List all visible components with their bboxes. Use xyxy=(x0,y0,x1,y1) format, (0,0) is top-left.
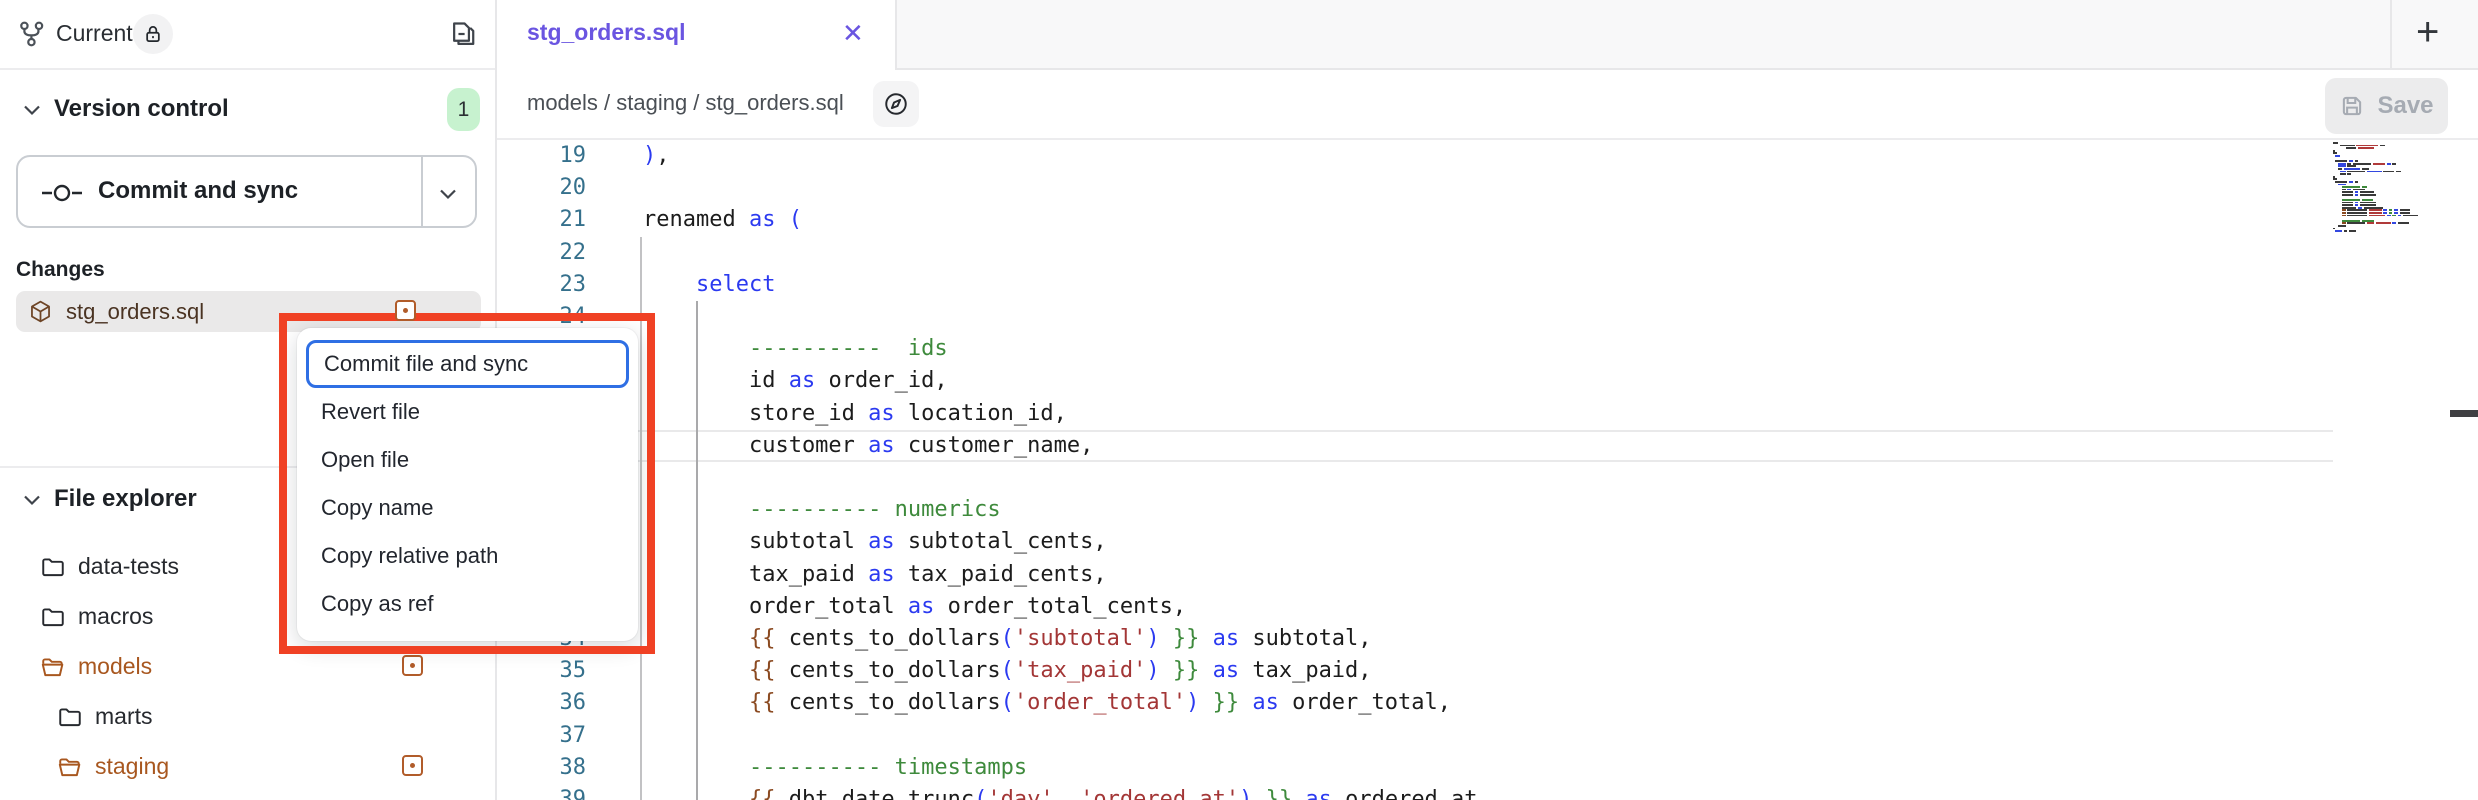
code-line-28: customer as customer_name, xyxy=(643,433,1093,458)
menu-item-copy-as-ref[interactable]: Copy as ref xyxy=(297,580,638,628)
save-label: Save xyxy=(2377,92,2433,120)
code-line-32: tax_paid as tax_paid_cents, xyxy=(643,562,1107,587)
compass-icon xyxy=(883,91,909,117)
modified-folder-icon xyxy=(402,755,423,776)
floppy-disk-icon xyxy=(2339,93,2365,119)
code-line-39: {{ dbt.date_trunc('day', 'ordered_at') }… xyxy=(643,787,1478,800)
line-number: 19 xyxy=(497,143,597,168)
code-line-19: ), xyxy=(643,143,670,168)
git-commit-icon xyxy=(40,179,84,207)
code-line-26: id as order_id, xyxy=(643,368,948,393)
chevron-down-icon[interactable] xyxy=(22,103,42,117)
tab-stg-orders[interactable]: stg_orders.sql ✕ xyxy=(497,0,897,70)
line-number: 23 xyxy=(497,272,597,297)
line-number: 21 xyxy=(497,207,597,232)
code-line-38: ---------- timestamps xyxy=(643,755,1027,780)
duplicate-document-icon[interactable] xyxy=(448,18,480,50)
breadcrumb: models / staging / stg_orders.sql xyxy=(527,90,844,116)
lock-icon xyxy=(143,24,163,44)
folder-row-staging[interactable]: staging xyxy=(0,742,495,792)
folder-closed-icon xyxy=(40,604,66,630)
folder-label: staging xyxy=(95,753,169,780)
code-line-25: ---------- ids xyxy=(643,336,948,361)
code-line-30: ---------- numerics xyxy=(643,497,1001,522)
line-number: 35 xyxy=(497,658,597,683)
tab-bar: stg_orders.sql ✕ + xyxy=(497,0,2478,70)
code-line-36: {{ cents_to_dollars('order_total') }} as… xyxy=(643,690,1451,715)
line-number: 24 xyxy=(497,304,597,329)
folder-closed-icon xyxy=(57,704,83,730)
changes-count-badge: 1 xyxy=(447,88,480,131)
scrollbar-thumb[interactable] xyxy=(2450,410,2478,417)
new-tab-plus-icon[interactable]: + xyxy=(2416,10,2439,55)
save-button[interactable]: Save xyxy=(2325,78,2448,134)
code-line-27: store_id as location_id, xyxy=(643,401,1067,426)
folder-label: models xyxy=(78,653,152,680)
line-number: 39 xyxy=(497,787,597,800)
file-explorer-title: File explorer xyxy=(54,485,197,513)
folder-label: data-tests xyxy=(78,553,179,580)
open-in-lineage-button[interactable] xyxy=(873,81,919,127)
dbt-ide-app: Current Version control 1 Comm xyxy=(0,0,2478,800)
menu-item-commit-file-and-sync[interactable]: Commit file and sync xyxy=(306,340,629,388)
changes-section-title: Changes xyxy=(16,258,105,282)
branch-topbar: Current xyxy=(0,0,495,70)
git-branch-icon xyxy=(18,20,46,48)
chevron-down-icon[interactable] xyxy=(22,493,42,507)
indent-guide xyxy=(640,237,642,800)
line-number: 36 xyxy=(497,690,597,715)
folder-closed-icon xyxy=(40,554,66,580)
commit-and-sync-label: Commit and sync xyxy=(98,177,298,205)
tab-title: stg_orders.sql xyxy=(527,19,686,46)
line-number: 37 xyxy=(497,723,597,748)
code-line-31: subtotal as subtotal_cents, xyxy=(643,529,1107,554)
folder-open-icon xyxy=(40,654,66,680)
line-number: 20 xyxy=(497,175,597,200)
modified-file-icon xyxy=(395,300,416,321)
menu-item-copy-name[interactable]: Copy name xyxy=(297,484,638,532)
code-line-35: {{ cents_to_dollars('tax_paid') }} as ta… xyxy=(643,658,1372,683)
split-button-divider xyxy=(421,157,423,226)
line-number: 38 xyxy=(497,755,597,780)
file-context-menu: Commit file and syncRevert fileOpen file… xyxy=(297,328,638,641)
folder-label: macros xyxy=(78,603,153,630)
code-line-33: order_total as order_total_cents, xyxy=(643,594,1186,619)
new-tab-zone: + xyxy=(2390,0,2478,70)
folder-row-models[interactable]: models xyxy=(0,642,495,692)
version-control-header[interactable]: Version control 1 xyxy=(0,88,495,132)
code-editor[interactable]: 19),2021renamed as (2223 select2425 ----… xyxy=(497,140,2478,800)
menu-item-copy-relative-path[interactable]: Copy relative path xyxy=(297,532,638,580)
line-number: 22 xyxy=(497,240,597,265)
breadcrumb-bar: models / staging / stg_orders.sql Save xyxy=(497,70,2478,140)
code-line-21: renamed as ( xyxy=(643,207,802,232)
folder-open-icon xyxy=(57,754,83,780)
close-tab-icon[interactable]: ✕ xyxy=(842,18,864,49)
version-control-title: Version control xyxy=(54,95,229,123)
menu-item-revert-file[interactable]: Revert file xyxy=(297,388,638,436)
model-cube-icon xyxy=(28,299,53,324)
folder-row-marts[interactable]: marts xyxy=(0,692,495,742)
branch-lock-badge xyxy=(133,14,173,54)
menu-item-open-file[interactable]: Open file xyxy=(297,436,638,484)
code-line-23: select xyxy=(643,272,775,297)
code-line-34: {{ cents_to_dollars('subtotal') }} as su… xyxy=(643,626,1372,651)
chevron-down-icon[interactable] xyxy=(437,187,459,201)
changed-file-name: stg_orders.sql xyxy=(66,299,204,325)
modified-folder-icon xyxy=(402,655,423,676)
branch-name: Current xyxy=(56,20,133,47)
commit-and-sync-button[interactable]: Commit and sync xyxy=(16,155,477,228)
folder-label: marts xyxy=(95,703,153,730)
editor-minimap[interactable] xyxy=(2333,142,2453,233)
